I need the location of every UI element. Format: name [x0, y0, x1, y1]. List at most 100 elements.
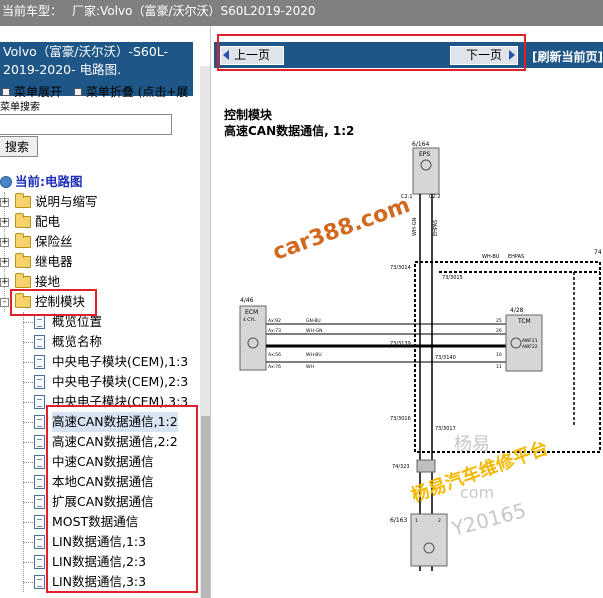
pin-tcm-b: 26	[496, 328, 502, 334]
tree-page-item[interactable]: MOST数据通信	[0, 512, 200, 532]
wire-label-whbu: WH-BU	[306, 352, 322, 358]
expand-toggle-icon[interactable]: +	[0, 198, 9, 207]
tcm-module: 4/28 TCM AWF21 AWF22	[505, 307, 543, 372]
collapse-all-link[interactable]: 菜单折叠	[86, 85, 134, 99]
tree-page-label[interactable]: 本地CAN数据通信	[52, 472, 154, 492]
expand-toggle-icon[interactable]: +	[0, 218, 9, 227]
vehicle-header: 当前车型： 厂家:Volvo（富豪/沃尔沃）S60L2019-2020	[0, 0, 603, 26]
tree-page-item[interactable]: 高速CAN数据通信,2:2	[0, 432, 200, 452]
tree-page-label[interactable]: 中速CAN数据通信	[52, 452, 154, 472]
pin-tcm-a: 25	[496, 318, 502, 324]
tree-folder-label[interactable]: 配电	[35, 212, 60, 232]
pin-bottom-b: 2	[438, 518, 441, 524]
expand-all-link[interactable]: 菜单展开	[14, 85, 62, 99]
tree-folder[interactable]: + 接地	[0, 272, 200, 292]
tree-page-item[interactable]: 中央电子模块(CEM),2:3	[0, 372, 200, 392]
scrollbar-thumb[interactable]	[201, 416, 210, 598]
menu-toggle-row: 菜单展开 菜单折叠 (点击+展	[0, 84, 188, 100]
left-scrollbar[interactable]	[200, 66, 210, 598]
tree-page-item[interactable]: 本地CAN数据通信	[0, 472, 200, 492]
tree-page-label[interactable]: 高速CAN数据通信,2:2	[52, 432, 178, 452]
tree-page-label[interactable]: 概览位置	[52, 312, 102, 332]
bottom-module: 6/163 1 2	[390, 513, 448, 567]
pin-ecm-d: Ax:76	[268, 364, 281, 370]
tcm-sublabel-2: AWF22	[522, 344, 538, 350]
tree-folder-label[interactable]: 接地	[35, 272, 60, 292]
tree-page-label[interactable]: LIN数据通信,1:3	[52, 532, 146, 552]
vehicle-value: 厂家:Volvo（富豪/沃尔沃）S60L2019-2020	[72, 4, 316, 18]
tree-page-label[interactable]: 中央电子模块(CEM),2:3	[52, 372, 188, 392]
tree-page-item[interactable]: LIN数据通信,1:3	[0, 532, 200, 552]
eps-ref: 6/164	[412, 141, 429, 148]
tree-page-item[interactable]: 中央电子模块(CEM),3:3	[0, 392, 200, 412]
pin-bottom-a: 1	[415, 518, 418, 524]
ecm-ref: 4/46	[240, 297, 254, 304]
document-icon	[34, 415, 45, 429]
wire-label-whbu-top: WH-BU	[482, 254, 500, 260]
watermark-site: car388.com	[270, 193, 414, 266]
tree-page-item[interactable]: LIN数据通信,3:3	[0, 572, 200, 592]
search-button[interactable]: 搜索	[0, 136, 38, 157]
document-icon	[34, 335, 45, 349]
expand-toggle-icon[interactable]: +	[0, 258, 9, 267]
folder-icon	[15, 273, 31, 288]
tree-folder[interactable]: + 继电器	[0, 252, 200, 272]
tree-page-item[interactable]: 概览名称	[0, 332, 200, 352]
tree-page-item[interactable]: 中速CAN数据通信	[0, 452, 200, 472]
tree-page-label[interactable]: LIN数据通信,3:3	[52, 572, 146, 592]
tree-folder[interactable]: - 控制模块	[0, 292, 200, 312]
tree-folder-label[interactable]: 控制模块	[35, 292, 85, 312]
tree-page-item[interactable]: 中央电子模块(CEM),1:3	[0, 352, 200, 372]
tcm-ref: 4/28	[510, 307, 524, 314]
document-icon	[34, 375, 45, 389]
search-input[interactable]	[0, 114, 172, 135]
tree-connector-line	[23, 582, 33, 583]
tree-folder[interactable]: + 保险丝	[0, 232, 200, 252]
tree-page-label[interactable]: 高速CAN数据通信,1:2	[52, 412, 178, 432]
watermark-wechat: Y20165	[448, 498, 528, 541]
tree-folder-label[interactable]: 继电器	[35, 252, 73, 272]
collapse-toggle-icon[interactable]: -	[0, 298, 9, 307]
folder-icon	[15, 253, 31, 268]
ecm-label: ECM	[245, 309, 258, 316]
document-icon	[34, 475, 45, 489]
globe-icon	[0, 176, 12, 188]
tree-page-label[interactable]: 中央电子模块(CEM),1:3	[52, 352, 188, 372]
tree-connector-line	[23, 382, 33, 383]
conn-3140: 73/3140	[435, 355, 456, 361]
document-icon	[34, 575, 45, 589]
tree-page-item[interactable]: LIN数据通信,2:3	[0, 552, 200, 572]
conn-c22: C2:2	[429, 194, 441, 200]
document-icon	[34, 555, 45, 569]
tree-folder-label[interactable]: 说明与缩写	[35, 192, 98, 212]
tree-page-label[interactable]: 扩展CAN数据通信	[52, 492, 154, 512]
wire-label-whgn: WH-GN	[412, 217, 418, 236]
expand-toggle-icon[interactable]: +	[0, 238, 9, 247]
tree-folder[interactable]: + 说明与缩写	[0, 192, 200, 212]
tree-page-item[interactable]: 概览位置	[0, 312, 200, 332]
pin-ecm-a: Ax:92	[268, 318, 281, 324]
document-icon	[34, 495, 45, 509]
tree-page-item[interactable]: 扩展CAN数据通信	[0, 492, 200, 512]
wire-label-whgn-2: WH-GN	[306, 328, 322, 334]
ecm-module: 4/46 ECM 4 CYL	[239, 297, 267, 371]
wire-label-ehpas-top: EHPAS	[508, 254, 524, 260]
tree-folder[interactable]: + 配电	[0, 212, 200, 232]
tree-page-label[interactable]: 中央电子模块(CEM),3:3	[52, 392, 188, 412]
document-icon	[34, 315, 45, 329]
tree-page-label[interactable]: MOST数据通信	[52, 512, 138, 532]
folder-icon	[15, 193, 31, 208]
conn-3016: 73/3016	[390, 416, 411, 422]
pin-tcm-c: 10	[496, 352, 502, 358]
tcm-label: TCM	[517, 318, 531, 325]
tree-page-label[interactable]: LIN数据通信,2:3	[52, 552, 146, 572]
tree-folder-label[interactable]: 保险丝	[35, 232, 73, 252]
current-node[interactable]: 当前:电路图	[0, 172, 83, 192]
tree-page-item[interactable]: 高速CAN数据通信,1:2	[0, 412, 200, 432]
tree-page-label[interactable]: 概览名称	[52, 332, 102, 352]
folder-icon	[15, 233, 31, 248]
expand-all-checkbox[interactable]	[2, 88, 10, 96]
collapse-all-checkbox[interactable]	[73, 88, 82, 96]
expand-toggle-icon[interactable]: +	[0, 278, 9, 287]
wire-label-gnbu: GN-BU	[306, 318, 321, 324]
